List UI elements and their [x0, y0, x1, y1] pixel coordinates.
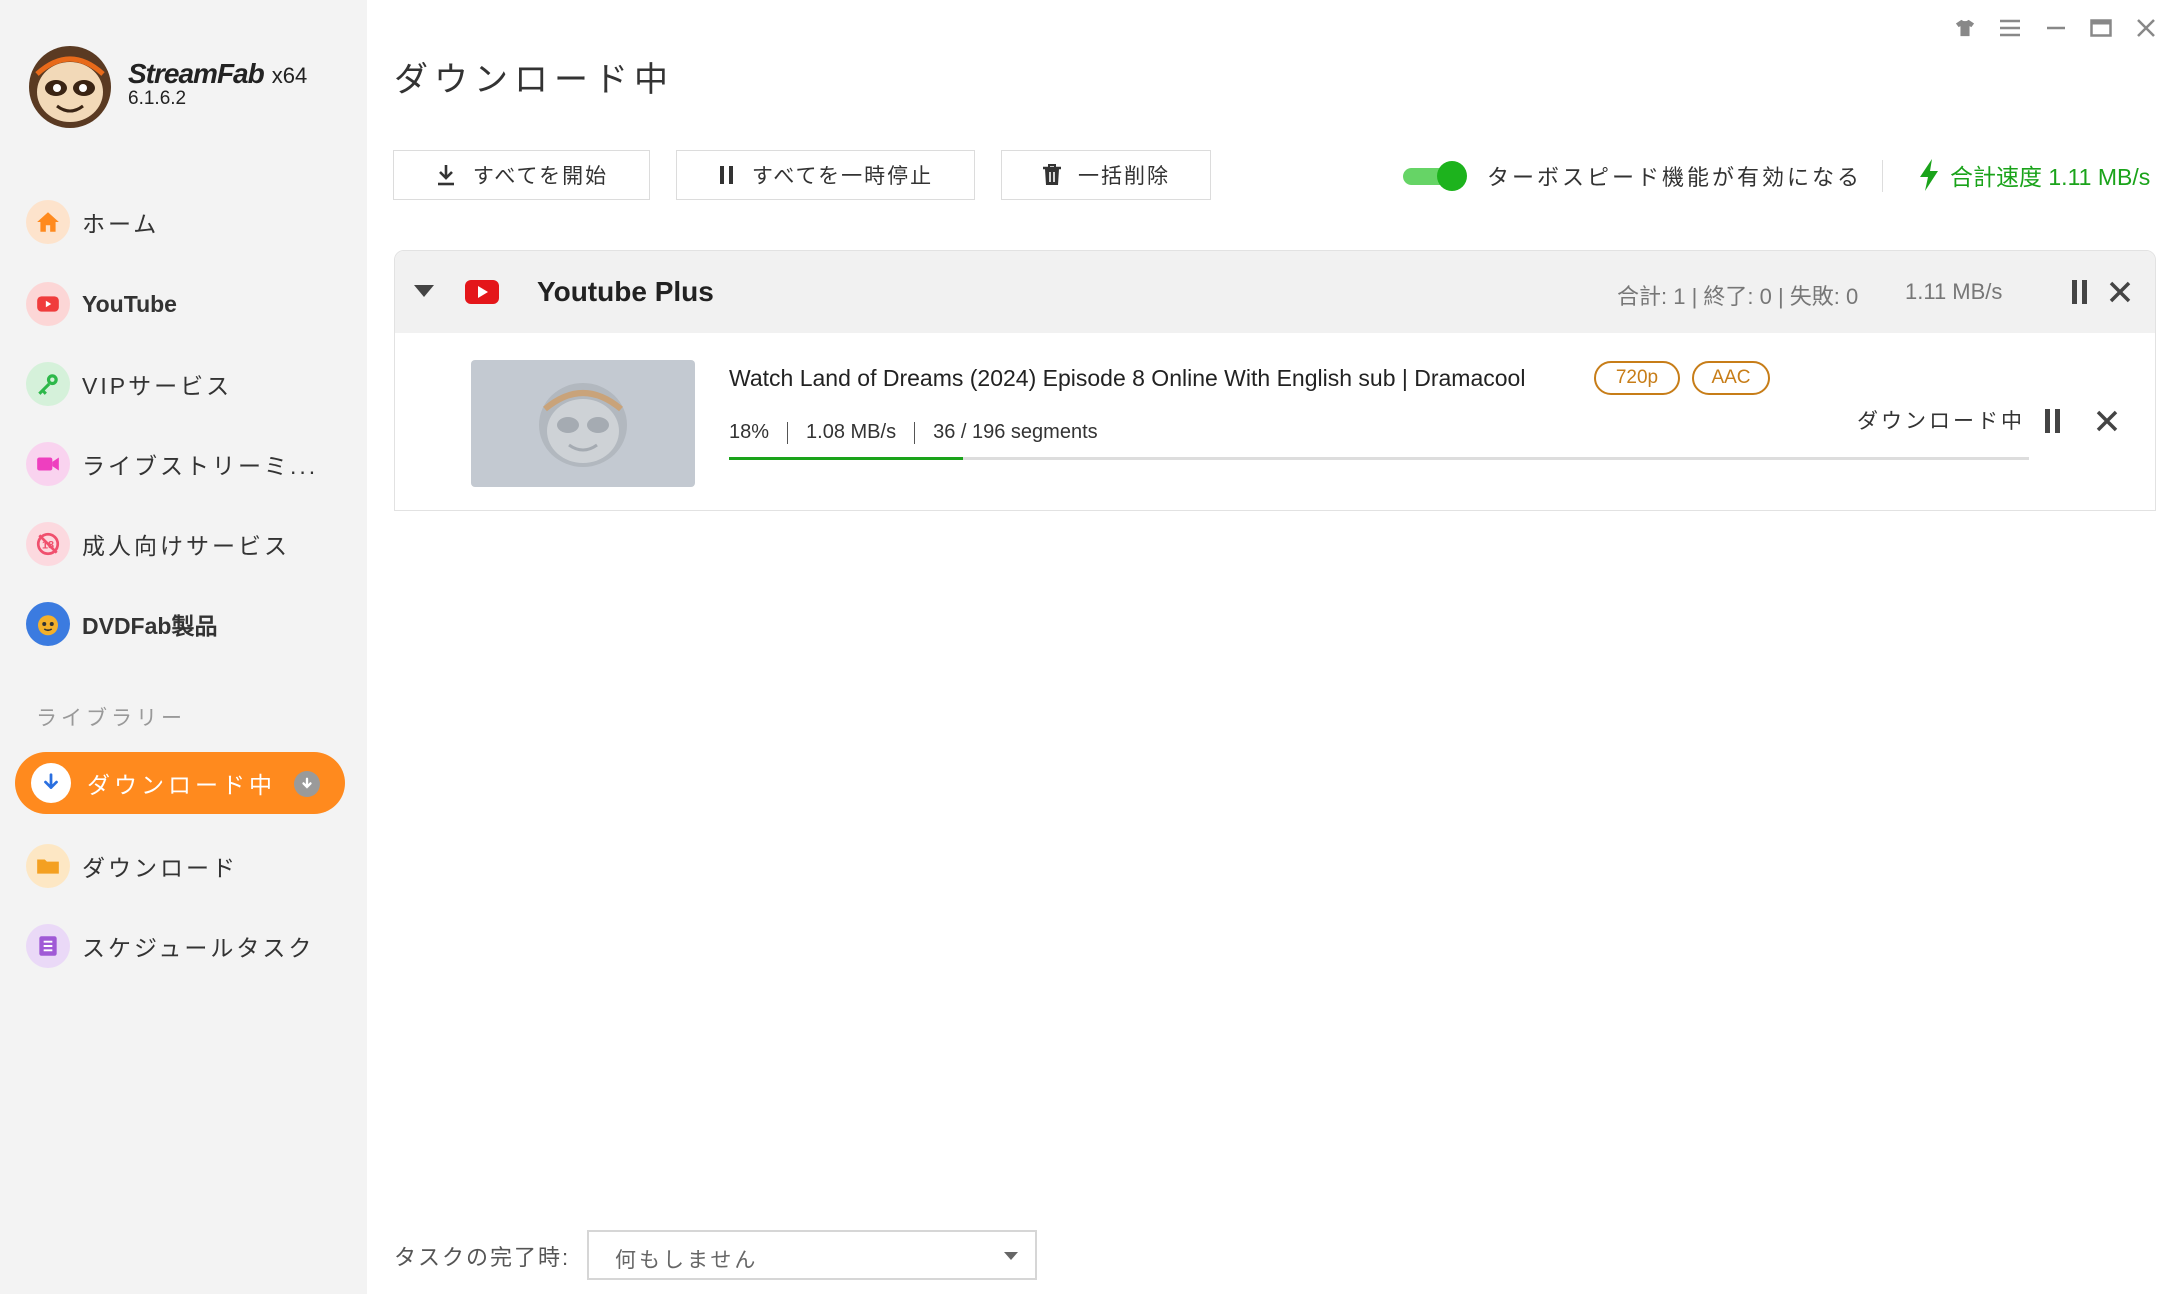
collapse-caret-icon[interactable]	[413, 284, 435, 303]
video-thumbnail	[471, 360, 695, 487]
item-close-button[interactable]	[2092, 406, 2122, 436]
group-header: Youtube Plus 合計: 1 | 終了: 0 | 失敗: 0 1.11 …	[395, 251, 2155, 333]
group-stats: 合計: 1 | 終了: 0 | 失敗: 0	[1617, 284, 1859, 309]
progress-bar-fill	[729, 457, 963, 460]
schedule-list-icon	[26, 924, 70, 968]
total-speed: 合計速度 1.11 MB/s	[1918, 158, 2150, 192]
dvdfab-logo-icon	[26, 602, 70, 646]
sidebar-item-dvdfab[interactable]: DVDFab製品	[26, 599, 217, 649]
on-complete-select[interactable]: 何もしません	[587, 1230, 1037, 1280]
sidebar-item-youtube[interactable]: YouTube	[26, 279, 177, 329]
pause-icon	[719, 166, 733, 184]
item-title: Watch Land of Dreams (2024) Episode 8 On…	[729, 365, 1526, 391]
pause-icon	[2045, 409, 2060, 433]
live-camera-icon	[26, 442, 70, 486]
on-complete-value: 何もしません	[615, 1249, 759, 1272]
sidebar-item-schedule[interactable]: スケジュールタスク	[26, 921, 314, 971]
chevron-down-icon	[1004, 1252, 1018, 1260]
minimize-icon[interactable]	[2042, 14, 2070, 42]
streamfab-logo-icon	[27, 44, 113, 130]
sidebar-item-label: YouTube	[82, 290, 177, 317]
group-close-button[interactable]	[2105, 277, 2135, 307]
trash-icon	[1043, 164, 1061, 185]
divider	[1882, 160, 1883, 192]
folder-icon	[26, 844, 70, 888]
delete-all-button[interactable]: 一括削除	[1001, 150, 1211, 200]
page-title: ダウンロード中	[394, 60, 674, 100]
audio-badge: AAC	[1692, 361, 1770, 395]
youtube-icon	[465, 280, 499, 309]
segments-count: 36 / 196 segments	[933, 421, 1098, 443]
key-icon	[26, 362, 70, 406]
group-pause-button[interactable]	[2065, 277, 2095, 307]
turbo-speed-label: ターボスピード機能が有効になる	[1487, 165, 1863, 190]
sidebar-item-label: VIPサービス	[82, 373, 233, 399]
app-version: 6.1.6.2	[128, 88, 187, 109]
sidebar-item-label: スケジュールタスク	[82, 935, 315, 961]
start-all-label: すべてを開始	[472, 165, 609, 188]
item-speed: 1.08 MB/s	[806, 421, 897, 443]
youtube-icon	[26, 282, 70, 326]
sidebar-item-label: ライブストリーミ...	[82, 453, 319, 479]
sidebar-item-adult[interactable]: 18 成人向けサービス	[26, 519, 290, 569]
close-window-icon[interactable]	[2132, 14, 2160, 42]
skin-shirt-icon[interactable]	[1951, 14, 1979, 42]
sidebar-item-label: ダウンロード	[82, 855, 238, 881]
download-arrow-icon	[31, 763, 71, 803]
home-icon	[26, 200, 70, 244]
download-status-badge-icon	[294, 771, 320, 797]
item-status: ダウンロード中	[1857, 410, 2025, 433]
sidebar: StreamFab x64 6.1.6.2 ホーム YouTube VIPサービス…	[0, 0, 367, 1294]
lightning-icon	[1920, 159, 1938, 191]
group-speed: 1.11 MB/s	[1905, 279, 2003, 304]
sidebar-item-downloading[interactable]: ダウンロード中	[15, 752, 345, 814]
item-meta: 18% 1.08 MB/s 36 / 196 segments	[729, 421, 1098, 444]
pause-all-label: すべてを一時停止	[751, 165, 934, 188]
sidebar-item-label: ダウンロード中	[87, 772, 276, 798]
app-name: StreamFab x64	[128, 58, 308, 89]
pause-all-button[interactable]: すべてを一時停止	[676, 150, 975, 200]
sloth-placeholder-icon	[539, 382, 627, 467]
sidebar-item-home[interactable]: ホーム	[26, 197, 159, 247]
download-icon	[437, 165, 454, 186]
menu-icon[interactable]	[1996, 14, 2024, 42]
delete-all-label: 一括削除	[1078, 165, 1170, 188]
sidebar-item-label: 成人向けサービス	[82, 533, 290, 559]
library-section-label: ライブラリー	[36, 707, 186, 730]
maximize-icon[interactable]	[2087, 14, 2115, 42]
sidebar-item-live-streaming[interactable]: ライブストリーミ...	[26, 439, 318, 489]
quality-badge: 720p	[1594, 361, 1680, 395]
sidebar-item-label: DVDFab製品	[82, 613, 218, 639]
sidebar-item-vip[interactable]: VIPサービス	[26, 359, 232, 409]
download-group: Youtube Plus 合計: 1 | 終了: 0 | 失敗: 0 1.11 …	[394, 250, 2156, 511]
adult-restricted-icon: 18	[26, 522, 70, 566]
total-speed-value: 合計速度 1.11 MB/s	[1950, 164, 2151, 190]
turbo-speed-toggle[interactable]	[1403, 161, 1467, 191]
progress-percent: 18%	[729, 421, 770, 443]
group-title: Youtube Plus	[537, 276, 714, 307]
sidebar-item-label: ホーム	[82, 211, 160, 237]
close-icon	[2109, 281, 2131, 303]
close-icon	[2096, 410, 2118, 432]
pause-icon	[2072, 280, 2087, 304]
progress-bar	[729, 457, 2029, 460]
sidebar-item-downloaded[interactable]: ダウンロード	[26, 841, 238, 891]
item-pause-button[interactable]	[2038, 406, 2068, 436]
start-all-button[interactable]: すべてを開始	[393, 150, 650, 200]
on-complete-label: タスクの完了時:	[394, 1245, 571, 1270]
